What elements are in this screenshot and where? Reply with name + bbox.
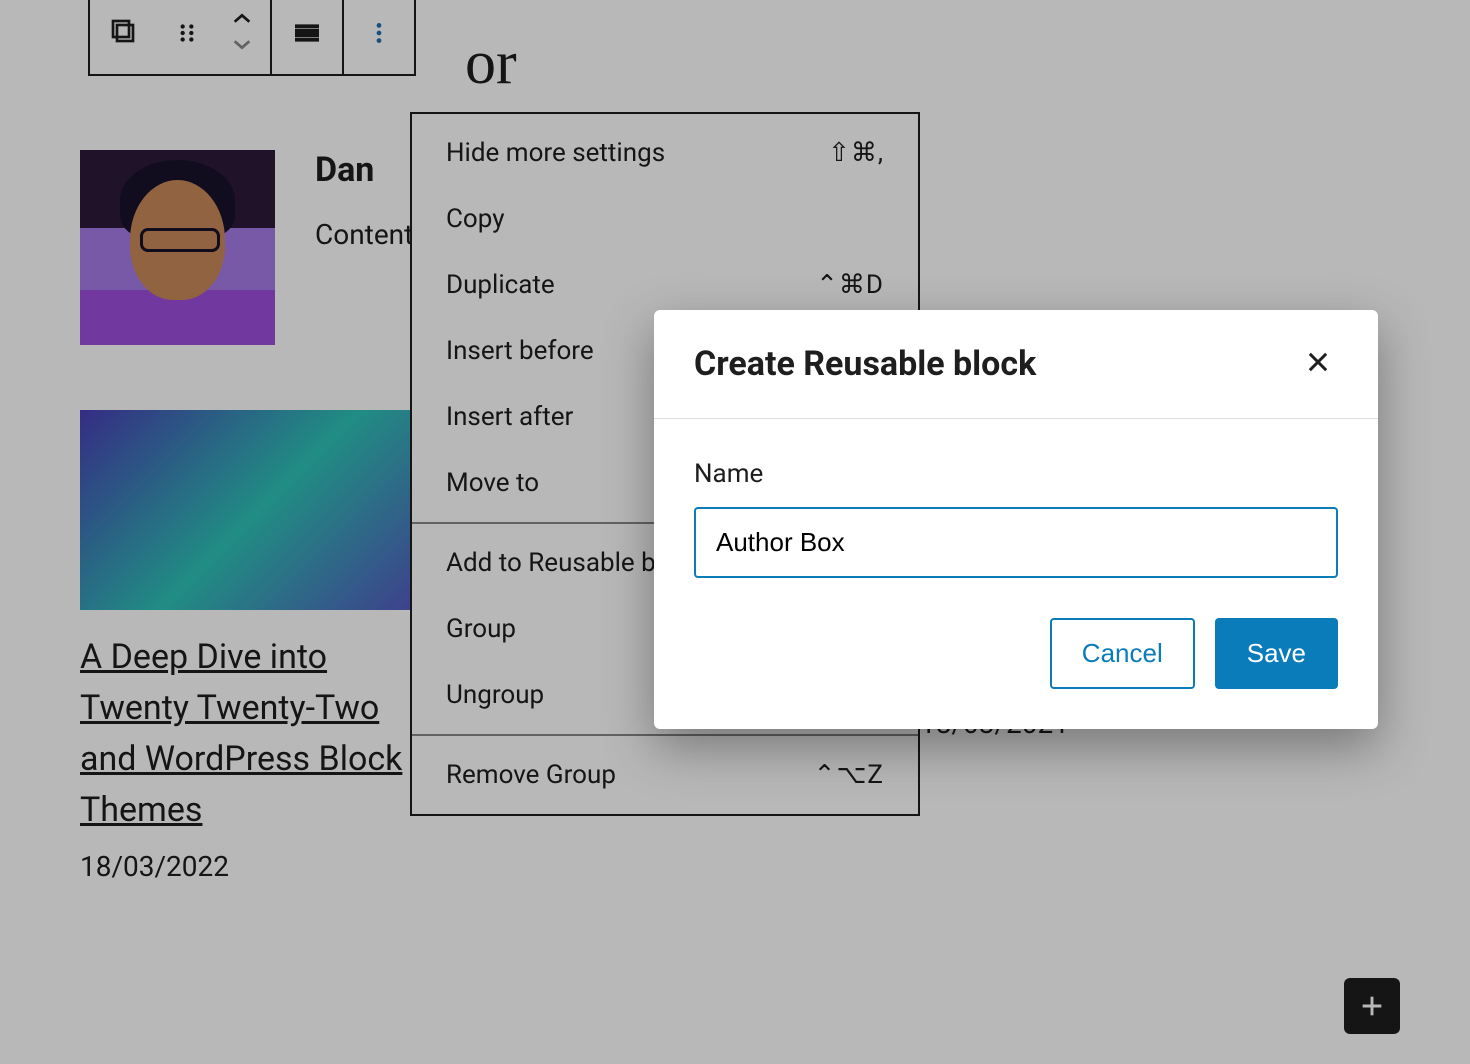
cancel-button[interactable]: Cancel: [1050, 618, 1195, 689]
create-reusable-block-modal: Create Reusable block Name Cancel Save: [654, 310, 1378, 729]
save-button[interactable]: Save: [1215, 618, 1338, 689]
close-icon: [1304, 348, 1332, 376]
modal-close-button[interactable]: [1298, 342, 1338, 386]
name-input[interactable]: [694, 507, 1338, 578]
modal-title: Create Reusable block: [694, 344, 1036, 384]
name-field-label: Name: [694, 459, 1338, 489]
